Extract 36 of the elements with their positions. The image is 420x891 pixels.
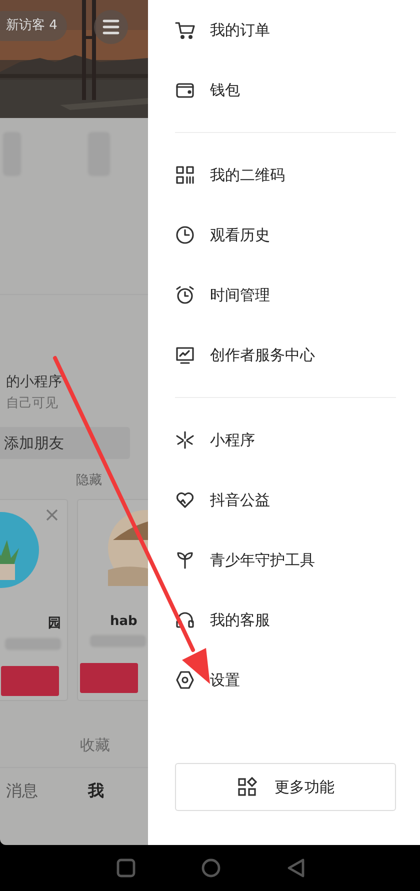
back-button[interactable]	[286, 858, 306, 878]
menu-item[interactable]: 抖音公益	[210, 490, 270, 510]
recents-button[interactable]	[116, 858, 136, 878]
qr-code-icon	[175, 165, 195, 185]
wallet-icon	[175, 80, 195, 100]
spark-icon	[175, 430, 195, 450]
nav-tab[interactable]: 我	[88, 781, 104, 802]
visitor-badge[interactable]: 新访客 4	[0, 11, 68, 41]
close-icon[interactable]	[45, 508, 59, 522]
menu-item[interactable]: 钱包	[210, 80, 240, 100]
menu-item[interactable]: 我的客服	[210, 610, 270, 630]
home-button[interactable]	[201, 858, 221, 878]
grid-icon	[236, 777, 256, 797]
monitor-icon	[175, 345, 195, 365]
menu-item[interactable]: 观看历史	[210, 226, 270, 244]
menu-item[interactable]: 我的订单	[210, 20, 270, 40]
menu-item[interactable]: 时间管理	[210, 286, 270, 304]
clock-icon	[175, 225, 195, 245]
menu-item[interactable]: 青少年守护工具	[210, 550, 315, 570]
section-subtitle: 自己可见	[6, 395, 59, 413]
menu-item[interactable]: 我的二维码	[210, 166, 285, 184]
menu-item[interactable]: 设置	[210, 670, 240, 690]
add-friend-button[interactable]: 添加朋友	[0, 427, 130, 459]
alarm-clock-icon	[175, 285, 195, 305]
user-name: 园	[48, 615, 62, 632]
section-title: 的小程序	[6, 373, 63, 392]
settings-icon	[175, 670, 195, 690]
user-name: hab	[110, 614, 138, 629]
menu-item[interactable]: 创作者服务中心	[210, 346, 315, 364]
more-features-button[interactable]: 更多功能	[175, 763, 396, 811]
menu-item[interactable]: 小程序	[210, 430, 255, 450]
cart-icon	[175, 20, 195, 40]
sprout-icon	[175, 550, 195, 570]
menu-icon[interactable]	[94, 10, 128, 44]
headset-icon	[175, 610, 195, 630]
heart-icon	[175, 490, 195, 510]
